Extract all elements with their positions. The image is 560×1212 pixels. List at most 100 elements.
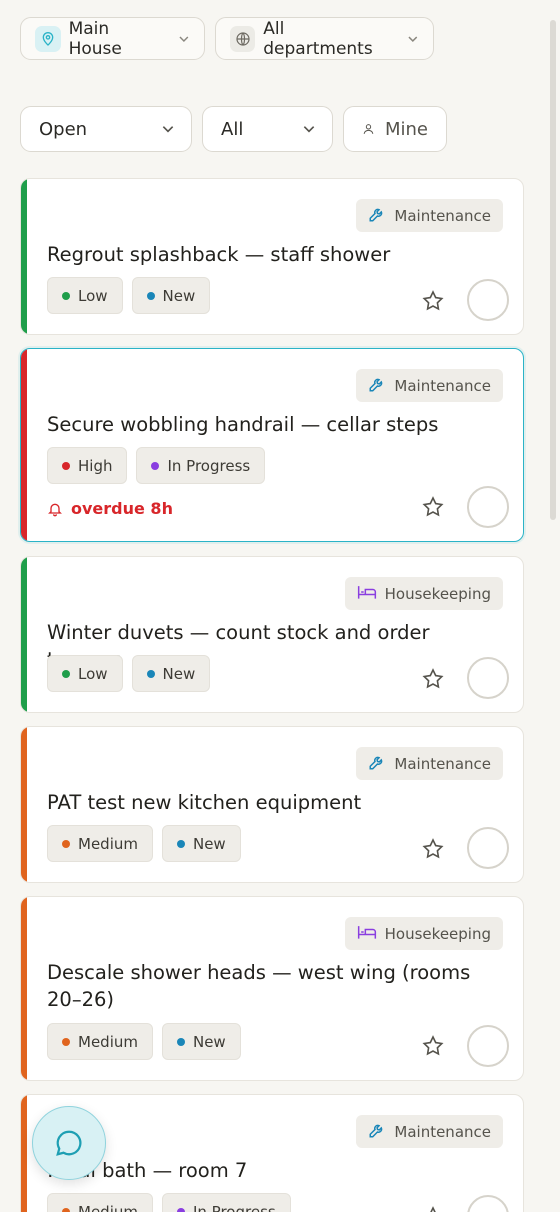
- complete-checkbox[interactable]: [467, 657, 509, 699]
- task-chips: Low New: [47, 655, 211, 692]
- location-select[interactable]: Main House: [20, 17, 205, 60]
- department-tag: Maintenance: [356, 369, 503, 402]
- mine-label: Mine: [384, 118, 428, 140]
- complete-checkbox[interactable]: [467, 279, 509, 321]
- department-tag: Housekeeping: [344, 577, 503, 610]
- department-tag-label: Maintenance: [394, 1122, 491, 1141]
- globe-icon: [230, 25, 256, 52]
- status-chip: In Progress: [136, 447, 266, 484]
- complete-checkbox[interactable]: [467, 1025, 509, 1067]
- task-chips: Medium New: [47, 1023, 241, 1060]
- star-icon[interactable]: [421, 289, 445, 313]
- priority-label: Medium: [78, 1032, 138, 1051]
- status-dot: [146, 669, 155, 678]
- chat-bubble-icon: [56, 1130, 82, 1156]
- task-chips: High In Progress: [47, 447, 266, 484]
- location-pin-icon: [35, 25, 61, 52]
- wrench-icon: [368, 753, 386, 775]
- task-title[interactable]: Descale shower heads — west wing (rooms …: [47, 959, 501, 1013]
- star-icon[interactable]: [421, 1205, 445, 1212]
- complete-checkbox[interactable]: [467, 827, 509, 869]
- scope-filter-label: All: [221, 118, 244, 140]
- task-title[interactable]: Secure wobbling handrail — cellar steps: [47, 411, 501, 438]
- wrench-icon: [368, 1121, 386, 1143]
- chevron-down-icon: [162, 126, 174, 133]
- priority-dot: [62, 1207, 70, 1212]
- star-icon[interactable]: [421, 495, 445, 519]
- priority-chip: Medium: [47, 1023, 153, 1060]
- task-card[interactable]: Housekeeping Descale shower heads — west…: [20, 896, 524, 1081]
- status-dot: [176, 1207, 185, 1212]
- scope-filter[interactable]: All: [202, 106, 333, 152]
- task-card[interactable]: Housekeeping Winter duvets — count stock…: [20, 556, 524, 713]
- status-dot: [146, 291, 155, 300]
- overdue-label: overdue 8h: [71, 499, 173, 518]
- department-label: All departments: [263, 18, 373, 59]
- priority-dot: [62, 1037, 70, 1046]
- task-card[interactable]: Maintenance Regrout splashback — staff s…: [20, 178, 524, 335]
- department-tag-label: Maintenance: [394, 376, 491, 395]
- priority-chip: Low: [47, 655, 123, 692]
- status-chip: New: [131, 655, 211, 692]
- chat-fab-button[interactable]: [32, 1106, 106, 1180]
- chevron-down-icon: [179, 36, 189, 42]
- priority-dot: [62, 839, 70, 848]
- priority-bar: [21, 349, 27, 541]
- status-chip: In Progress: [161, 1193, 291, 1212]
- priority-chip: Low: [47, 277, 123, 314]
- priority-chip: High: [47, 447, 128, 484]
- priority-bar: [21, 1095, 27, 1212]
- priority-chip: Medium: [47, 825, 153, 862]
- department-tag-label: Housekeeping: [384, 584, 491, 603]
- wrench-icon: [368, 205, 386, 227]
- overdue-indicator: overdue 8h: [47, 499, 173, 518]
- department-tag: Maintenance: [356, 747, 503, 780]
- status-chip: New: [131, 277, 211, 314]
- status-filter[interactable]: Open: [20, 106, 192, 152]
- priority-label: High: [78, 456, 113, 475]
- priority-label: Medium: [78, 834, 138, 853]
- task-chips: Medium In Progress: [47, 1193, 291, 1212]
- bed-icon: [357, 923, 377, 945]
- priority-label: Low: [78, 664, 108, 683]
- priority-chip: Medium: [47, 1193, 153, 1212]
- priority-dot: [62, 291, 70, 300]
- priority-dot: [62, 461, 70, 470]
- task-title[interactable]: Regrout splashback — staff shower: [47, 241, 501, 268]
- task-title[interactable]: …eal bath — room 7: [47, 1157, 501, 1184]
- scrollbar[interactable]: [550, 20, 556, 520]
- department-tag: Housekeeping: [344, 917, 503, 950]
- status-label: New: [192, 1032, 226, 1051]
- location-label: Main House: [68, 18, 122, 59]
- priority-bar: [21, 727, 27, 882]
- priority-label: Low: [78, 286, 108, 305]
- status-chip: New: [161, 1023, 241, 1060]
- wrench-icon: [368, 375, 386, 397]
- mine-filter-button[interactable]: Mine: [343, 106, 447, 152]
- department-tag: Maintenance: [356, 1115, 503, 1148]
- department-tag: Maintenance: [356, 199, 503, 232]
- status-chip: New: [161, 825, 241, 862]
- task-chips: Low New: [47, 277, 211, 314]
- complete-checkbox[interactable]: [467, 1195, 509, 1212]
- task-card[interactable]: Maintenance Secure wobbling handrail — c…: [20, 348, 524, 542]
- task-card[interactable]: Maintenance PAT test new kitchen equipme…: [20, 726, 524, 883]
- task-title[interactable]: PAT test new kitchen equipment: [47, 789, 501, 816]
- star-icon[interactable]: [421, 1034, 445, 1058]
- priority-bar: [21, 897, 27, 1080]
- status-label: New: [162, 664, 196, 683]
- star-icon[interactable]: [421, 837, 445, 861]
- priority-dot: [62, 669, 70, 678]
- status-label: In Progress: [167, 456, 251, 475]
- status-label: In Progress: [192, 1202, 276, 1212]
- star-icon[interactable]: [421, 667, 445, 691]
- status-dot: [176, 1037, 185, 1046]
- department-select[interactable]: All departments: [215, 17, 434, 60]
- status-filter-label: Open: [39, 118, 88, 140]
- complete-checkbox[interactable]: [467, 486, 509, 528]
- status-label: New: [192, 834, 226, 853]
- chevron-down-icon: [408, 36, 418, 42]
- bell-icon: [48, 503, 62, 516]
- user-icon: [363, 124, 374, 134]
- priority-label: Medium: [78, 1202, 138, 1212]
